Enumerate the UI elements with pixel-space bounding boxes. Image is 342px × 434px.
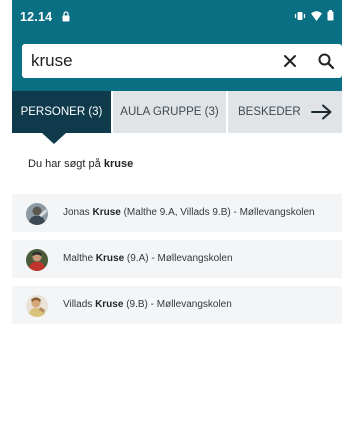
tab-personer[interactable]: PERSONER (3) bbox=[12, 91, 111, 133]
result-first-name: Villads bbox=[63, 299, 96, 310]
arrow-right-icon bbox=[311, 104, 332, 120]
result-tabs: PERSONER (3) AULA GRUPPE (3) BESKEDER ( bbox=[12, 91, 342, 133]
avatar bbox=[26, 203, 48, 225]
summary-term: kruse bbox=[103, 158, 134, 170]
app-screen: 12.14 kruse PERSONER (3) AULA GRUPPE (3)… bbox=[12, 0, 342, 434]
result-text: Villads Kruse (9.B) - Møllevangskolen bbox=[63, 299, 232, 310]
avatar bbox=[26, 249, 48, 271]
result-detail: (Malthe 9.A, Villads 9.B) - Møllevangsko… bbox=[120, 207, 315, 218]
result-detail: (9.B) - Møllevangskolen bbox=[123, 299, 232, 310]
search-bar bbox=[22, 44, 342, 78]
search-summary: Du har søgt på kruse bbox=[28, 158, 133, 170]
summary-prefix: Du har søgt på bbox=[28, 158, 104, 170]
avatar bbox=[26, 295, 48, 317]
tab-label: PERSONER (3) bbox=[20, 106, 103, 118]
result-highlight: Kruse bbox=[95, 299, 124, 310]
clear-icon[interactable] bbox=[282, 53, 298, 69]
result-first-name: Jonas bbox=[63, 207, 93, 218]
tab-aula-gruppe[interactable]: AULA GRUPPE (3) bbox=[113, 91, 226, 133]
wifi-icon bbox=[311, 10, 322, 21]
status-icons bbox=[294, 10, 334, 21]
lock-icon bbox=[62, 11, 70, 22]
result-highlight: Kruse bbox=[92, 207, 121, 218]
result-text: Jonas Kruse (Malthe 9.A, Villads 9.B) - … bbox=[63, 207, 315, 218]
result-row[interactable]: Villads Kruse (9.B) - Møllevangskolen bbox=[12, 286, 342, 324]
scroll-tabs-button[interactable] bbox=[302, 91, 342, 133]
result-detail: (9.A) - Møllevangskolen bbox=[124, 253, 233, 264]
result-row[interactable]: Jonas Kruse (Malthe 9.A, Villads 9.B) - … bbox=[12, 194, 342, 232]
vibrate-icon bbox=[294, 11, 306, 20]
app-header: 12.14 bbox=[12, 0, 342, 91]
tab-label: AULA GRUPPE (3) bbox=[120, 106, 219, 118]
result-highlight: Kruse bbox=[95, 253, 125, 264]
result-first-name: Malthe bbox=[63, 253, 96, 264]
status-bar: 12.14 bbox=[12, 0, 342, 36]
result-row[interactable]: Malthe Kruse (9.A) - Møllevangskolen bbox=[12, 240, 342, 278]
battery-icon bbox=[327, 10, 334, 21]
tab-beskeder[interactable]: BESKEDER ( bbox=[228, 91, 302, 133]
tab-label: BESKEDER ( bbox=[238, 106, 302, 118]
result-text: Malthe Kruse (9.A) - Møllevangskolen bbox=[63, 253, 233, 264]
status-time: 12.14 bbox=[20, 10, 53, 24]
search-icon[interactable] bbox=[317, 52, 335, 70]
search-input[interactable] bbox=[31, 44, 271, 78]
active-tab-pointer bbox=[42, 133, 66, 144]
